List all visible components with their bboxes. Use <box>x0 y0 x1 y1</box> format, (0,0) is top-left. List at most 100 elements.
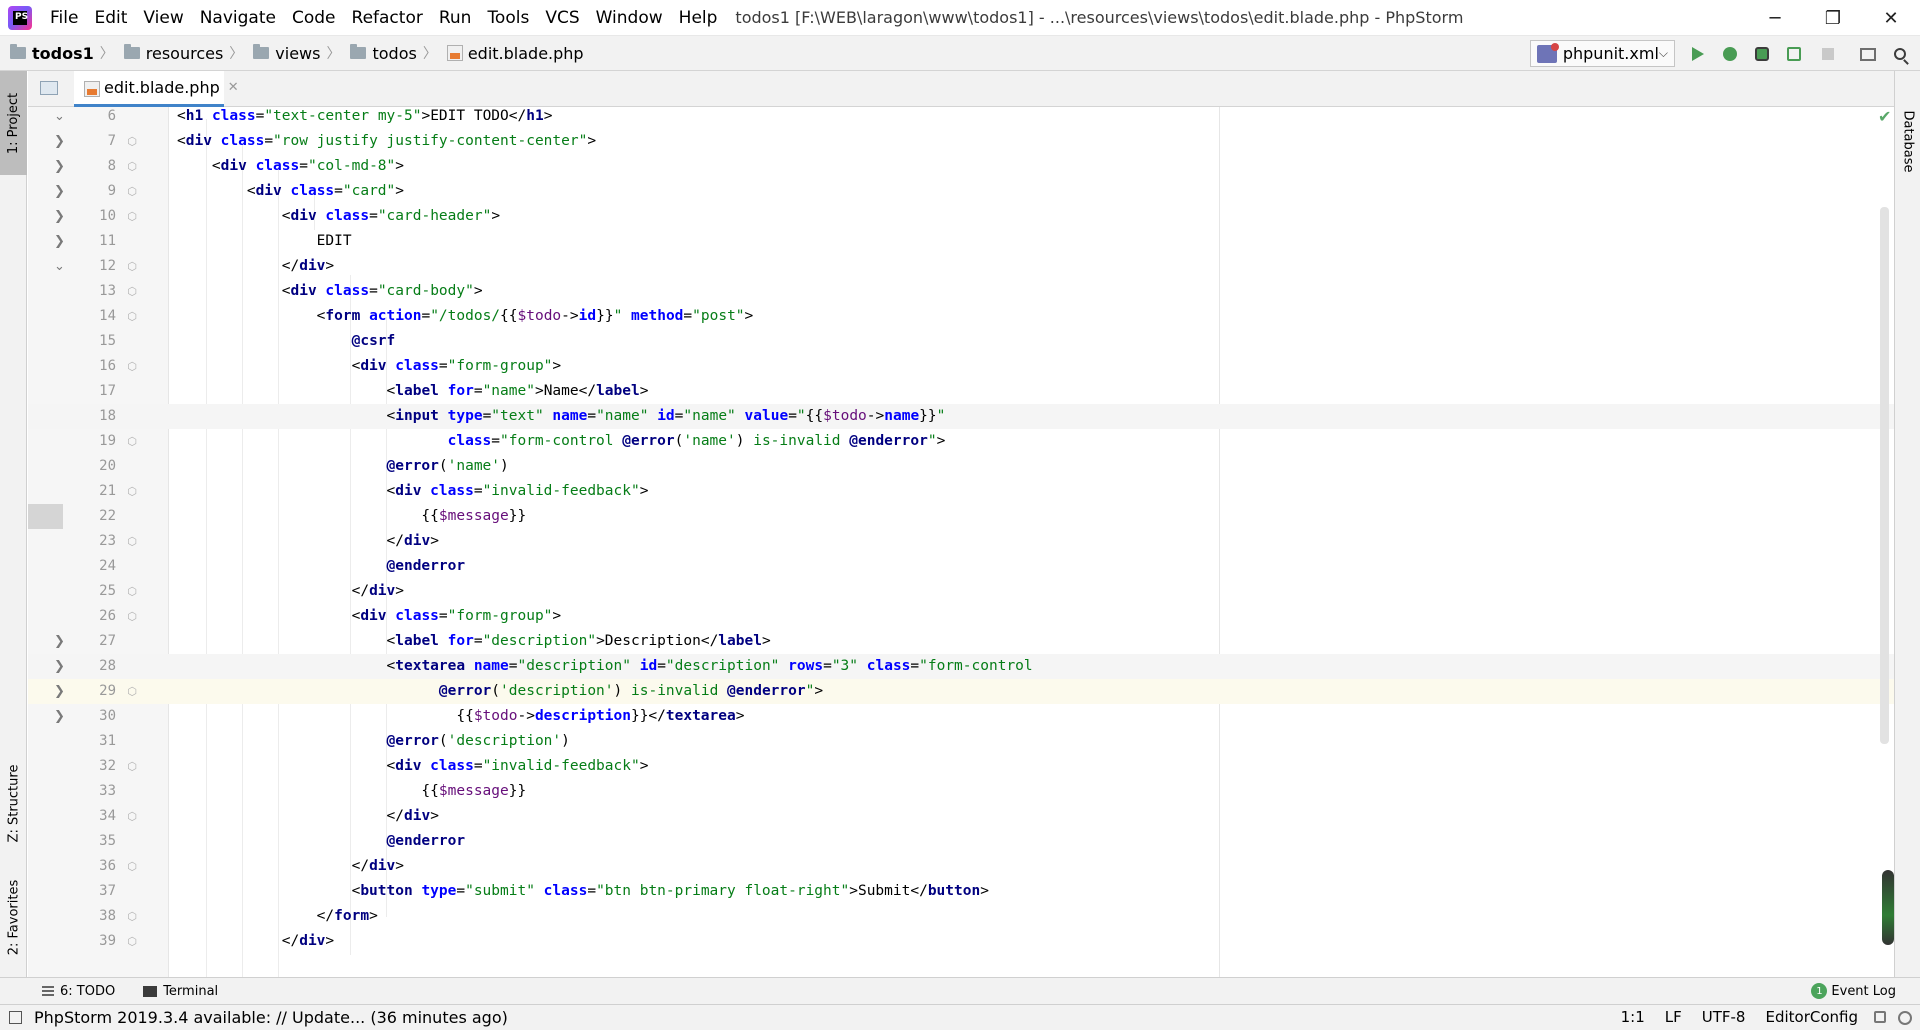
line-separator[interactable]: LF <box>1665 1008 1682 1026</box>
code-text[interactable]: </div> <box>177 804 439 829</box>
line-number[interactable]: 17 <box>64 379 116 404</box>
code-text[interactable]: </div> <box>177 929 334 954</box>
lock-icon[interactable] <box>1874 1011 1886 1023</box>
line-number[interactable]: 21 <box>64 479 116 504</box>
code-line[interactable]: 35 @enderror <box>28 829 1894 854</box>
caret-position[interactable]: 1:1 <box>1621 1008 1645 1026</box>
code-line[interactable]: 36 ⬡ </div> <box>28 854 1894 879</box>
menu-code[interactable]: Code <box>284 8 344 28</box>
tool-structure-tab[interactable]: Z: Structure <box>0 739 27 867</box>
code-text[interactable]: <div class="card-header"> <box>177 204 500 229</box>
todo-tool-button[interactable]: 6: TODO <box>42 984 115 999</box>
line-number[interactable]: 38 <box>64 904 116 929</box>
line-number[interactable]: 11 <box>64 229 116 254</box>
chevron-icon[interactable]: ⌄ <box>54 254 65 279</box>
menu-run[interactable]: Run <box>431 8 480 28</box>
fold-marker-icon[interactable]: ⬡ <box>126 429 138 454</box>
code-line[interactable]: 10 ❯ ⬡ <div class="card-header"> <box>28 204 1894 229</box>
code-text[interactable]: </div> <box>177 854 404 879</box>
code-line[interactable]: 16 ⬡ <div class="form-group"> <box>28 354 1894 379</box>
tool-database-tab[interactable]: Database <box>1895 81 1920 201</box>
line-number[interactable]: 6 <box>64 107 116 129</box>
chevron-icon[interactable]: ❯ <box>54 204 65 229</box>
menu-help[interactable]: Help <box>671 8 726 28</box>
close-window-button[interactable]: ✕ <box>1862 0 1920 36</box>
line-number[interactable]: 30 <box>64 704 116 729</box>
menu-file[interactable]: File <box>42 8 86 28</box>
inspection-ok-icon[interactable]: ✔ <box>1878 107 1891 126</box>
code-text[interactable]: <textarea name="description" id="descrip… <box>177 654 1033 679</box>
code-text[interactable]: <button type="submit" class="btn btn-pri… <box>177 879 989 904</box>
line-number[interactable]: 28 <box>64 654 116 679</box>
menu-tools[interactable]: Tools <box>479 8 537 28</box>
line-number[interactable]: 19 <box>64 429 116 454</box>
restore-button[interactable]: ❐ <box>1804 0 1862 36</box>
fold-marker-icon[interactable]: ⬡ <box>126 479 138 504</box>
chevron-icon[interactable]: ❯ <box>54 629 65 654</box>
code-line[interactable]: 34 ⬡ </div> <box>28 804 1894 829</box>
line-number[interactable]: 31 <box>64 729 116 754</box>
code-line[interactable]: 9 ❯ ⬡ <div class="card"> <box>28 179 1894 204</box>
line-number[interactable]: 15 <box>64 329 116 354</box>
line-number[interactable]: 37 <box>64 879 116 904</box>
code-line[interactable]: 30 ❯ {{$todo->description}}</textarea> <box>28 704 1894 729</box>
code-line[interactable]: 27 ❯ <label for="description">Description… <box>28 629 1894 654</box>
code-text[interactable]: <input type="text" name="name" id="name"… <box>177 404 946 429</box>
fold-marker-icon[interactable]: ⬡ <box>126 254 138 279</box>
menu-window[interactable]: Window <box>588 8 671 28</box>
coverage-icon[interactable] <box>1752 44 1772 64</box>
code-text[interactable]: <form action="/todos/{{$todo->id}}" meth… <box>177 304 754 329</box>
line-number[interactable]: 25 <box>64 579 116 604</box>
code-line[interactable]: 39 ⬡ </div> <box>28 929 1894 954</box>
file-encoding[interactable]: UTF-8 <box>1702 1008 1746 1026</box>
code-text[interactable]: <div class="form-group"> <box>177 604 562 629</box>
code-line[interactable]: 32 ⬡ <div class="invalid-feedback"> <box>28 754 1894 779</box>
code-line[interactable]: 20 @error('name') <box>28 454 1894 479</box>
menu-vcs[interactable]: VCS <box>537 8 587 28</box>
code-line[interactable]: 13 ⬡ <div class="card-body"> <box>28 279 1894 304</box>
code-text[interactable]: @error('name') <box>177 454 509 479</box>
fold-marker-icon[interactable]: ⬡ <box>126 179 138 204</box>
chevron-icon[interactable]: ⌄ <box>54 107 65 129</box>
line-number[interactable]: 39 <box>64 929 116 954</box>
fold-marker-icon[interactable]: ⬡ <box>126 854 138 879</box>
editorconfig-indicator[interactable]: EditorConfig <box>1765 1008 1858 1026</box>
line-number[interactable]: 10 <box>64 204 116 229</box>
line-number[interactable]: 12 <box>64 254 116 279</box>
breadcrumb-resources[interactable]: resources 〉 <box>114 43 243 63</box>
code-text[interactable]: @enderror <box>177 829 466 854</box>
code-text[interactable]: </div> <box>177 579 404 604</box>
fold-marker-icon[interactable]: ⬡ <box>126 304 138 329</box>
code-text[interactable]: class="form-control @error('name') is-in… <box>177 429 946 454</box>
line-number[interactable]: 33 <box>64 779 116 804</box>
breadcrumb-project[interactable]: todos1 〉 <box>0 43 114 63</box>
line-number[interactable]: 26 <box>64 604 116 629</box>
menu-refactor[interactable]: Refactor <box>344 8 431 28</box>
code-line[interactable]: 22 {{$message}} <box>28 504 1894 529</box>
code-text[interactable]: <label for="name">Name</label> <box>177 379 649 404</box>
code-editor[interactable]: 6 ⌄ <h1 class="text-center my-5">EDIT TODO… <box>28 107 1894 977</box>
close-icon[interactable]: ✕ <box>228 80 239 95</box>
tool-windows-toggle-icon[interactable] <box>9 1011 22 1024</box>
code-text[interactable]: </form> <box>177 904 378 929</box>
editor-tab-edit-blade[interactable]: edit.blade.php ✕ <box>74 71 239 107</box>
fold-marker-icon[interactable]: ⬡ <box>126 929 138 954</box>
fold-marker-icon[interactable]: ⬡ <box>126 279 138 304</box>
code-line[interactable]: 29 ❯ ⬡ @error('description') is-invalid @e… <box>28 679 1894 704</box>
code-line[interactable]: 37 <button type="submit" class="btn btn-… <box>28 879 1894 904</box>
minimize-button[interactable]: ─ <box>1746 0 1804 36</box>
code-line[interactable]: 28 ❯ <textarea name="description" id="des… <box>28 654 1894 679</box>
code-line[interactable]: 17 <label for="name">Name</label> <box>28 379 1894 404</box>
fold-marker-icon[interactable]: ⬡ <box>126 204 138 229</box>
debug-icon[interactable] <box>1720 44 1740 64</box>
code-text[interactable]: EDIT <box>177 229 352 254</box>
code-line[interactable]: 7 ❯ ⬡ <div class="row justify justify-conte… <box>28 129 1894 154</box>
chevron-icon[interactable]: ❯ <box>54 229 65 254</box>
code-line[interactable]: 25 ⬡ </div> <box>28 579 1894 604</box>
line-number[interactable]: 22 <box>64 504 116 529</box>
stop-icon[interactable] <box>1818 44 1838 64</box>
fold-marker-icon[interactable]: ⬡ <box>126 679 138 704</box>
code-text[interactable]: </div> <box>177 529 439 554</box>
code-line[interactable]: 33 {{$message}} <box>28 779 1894 804</box>
line-number[interactable]: 7 <box>64 129 116 154</box>
